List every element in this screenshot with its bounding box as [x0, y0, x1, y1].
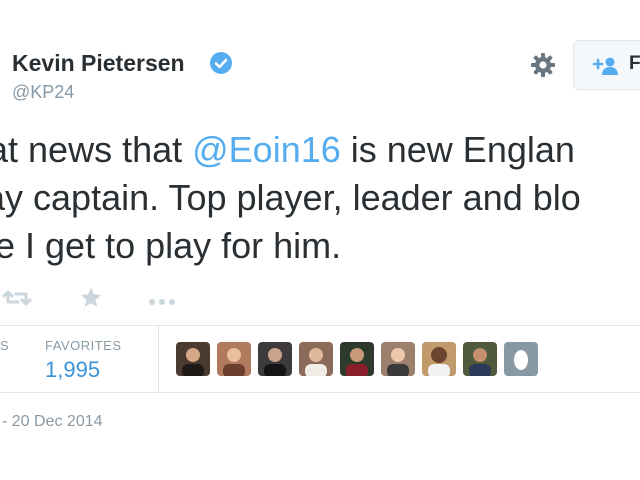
tweet-stats-bar: S FAVORITES 1,995: [0, 325, 640, 393]
verified-badge-icon: [210, 52, 232, 74]
retweet-icon[interactable]: [2, 287, 32, 314]
add-user-icon: [592, 56, 620, 81]
avatar[interactable]: [463, 342, 497, 376]
tweet-text-segment: is new Englan: [340, 129, 575, 170]
author-handle[interactable]: @KP24: [12, 82, 74, 103]
tweet-text-segment: at news that: [0, 129, 193, 170]
mention-link[interactable]: @Eoin16: [192, 129, 341, 170]
favorites-label: FAVORITES: [45, 338, 122, 353]
tweet-text: at news that @Eoin16 is new Englan ay ca…: [0, 126, 640, 270]
tweet-date[interactable]: - 20 Dec 2014: [2, 413, 103, 431]
tweet-text-line: e I get to play for him.: [0, 225, 342, 266]
more-icon[interactable]: [148, 293, 176, 311]
avatar[interactable]: [299, 342, 333, 376]
gear-icon[interactable]: [528, 50, 558, 80]
tweet-text-line: at news that @Eoin16 is new Englan: [0, 126, 640, 174]
star-icon[interactable]: [79, 286, 103, 315]
more-favoriters-egg-icon[interactable]: [504, 342, 538, 376]
retweets-label: S: [0, 338, 10, 353]
avatar[interactable]: [340, 342, 374, 376]
author-name[interactable]: Kevin Pietersen: [12, 50, 185, 77]
stats-divider: [158, 326, 159, 392]
follow-button-label: F: [629, 53, 640, 74]
tweet-text-line: ay captain. Top player, leader and blo: [0, 177, 581, 218]
avatar[interactable]: [176, 342, 210, 376]
avatar[interactable]: [422, 342, 456, 376]
avatar[interactable]: [217, 342, 251, 376]
follow-button[interactable]: F: [573, 40, 640, 90]
avatar[interactable]: [258, 342, 292, 376]
avatar[interactable]: [381, 342, 415, 376]
favorites-count[interactable]: 1,995: [45, 357, 100, 383]
